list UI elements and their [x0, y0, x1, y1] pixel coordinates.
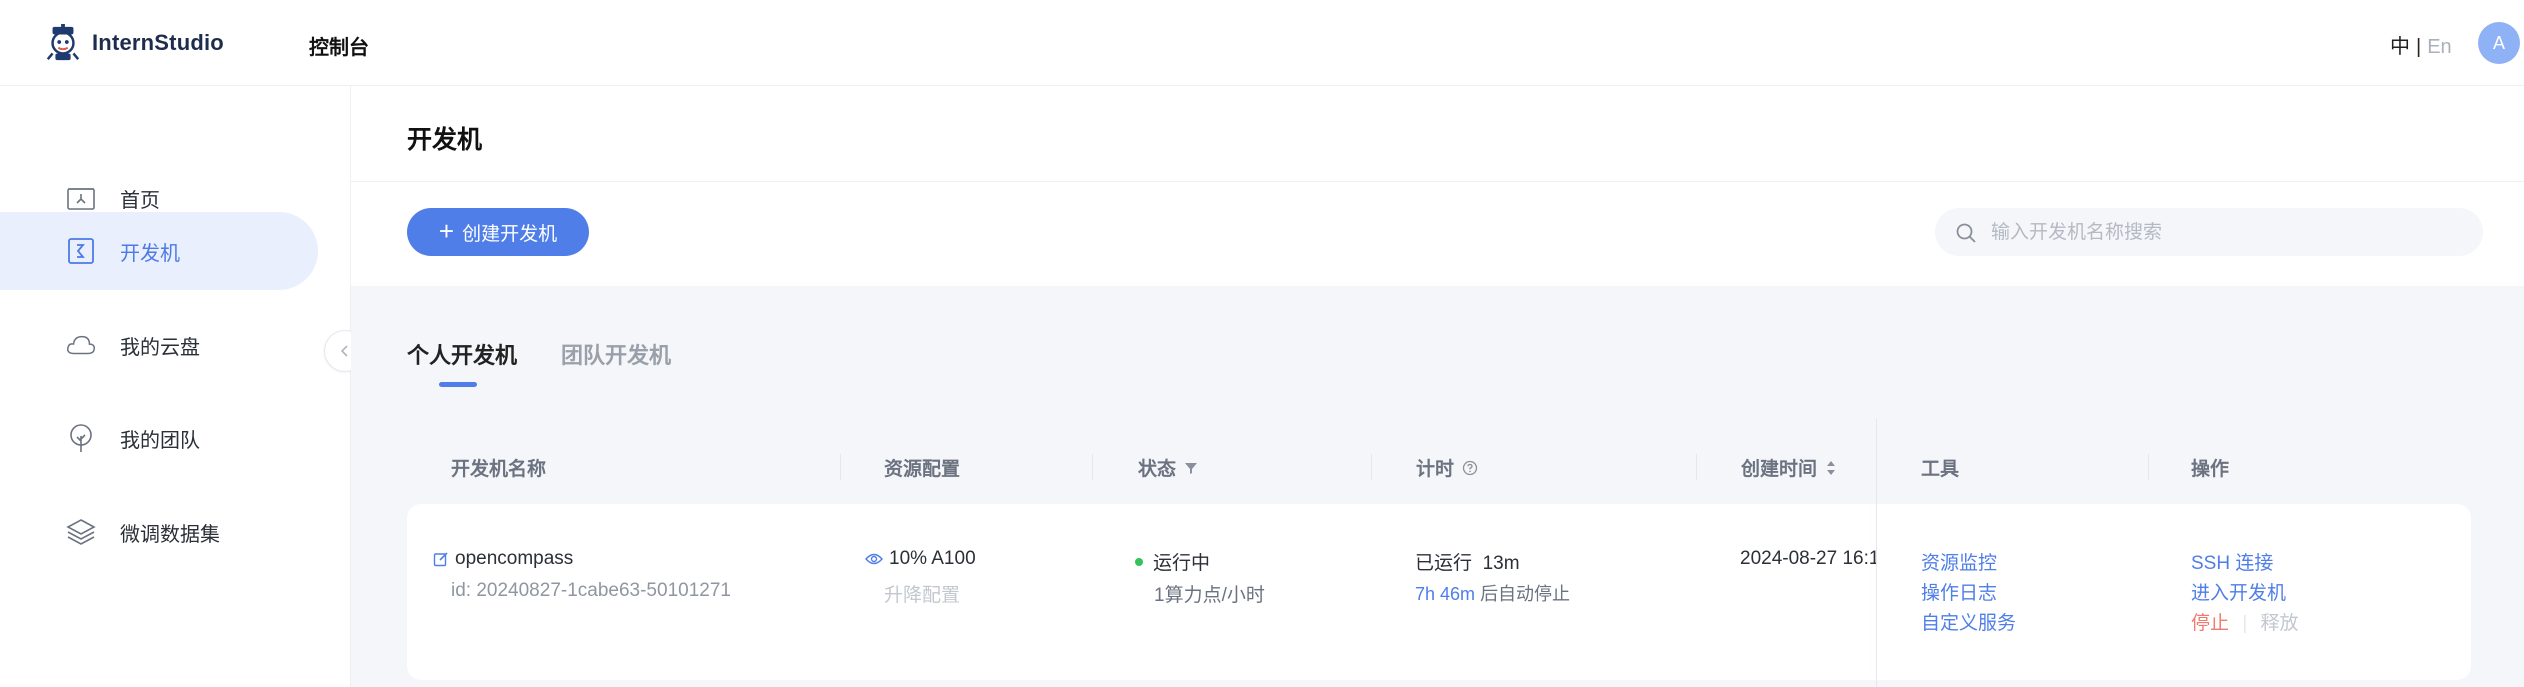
sidebar-item-devmachine[interactable]: 开发机	[0, 212, 318, 290]
resize-config-link[interactable]: 升降配置	[884, 580, 960, 607]
ssh-connect-link[interactable]: SSH 连接	[2191, 548, 2273, 575]
resource-cell: 10% A100	[865, 548, 976, 570]
sidebar-item-team[interactable]: 我的团队	[0, 399, 318, 477]
status-dot	[1135, 557, 1143, 566]
status-text: 运行中	[1153, 553, 1211, 574]
stop-button[interactable]: 停止	[2191, 613, 2229, 634]
sidebar-item-dataset[interactable]: 微调数据集	[0, 493, 318, 571]
sidebar-item-label: 我的云盘	[120, 336, 200, 359]
action-divider: |	[2242, 613, 2248, 634]
column-header-created[interactable]: 创建时间	[1741, 454, 1837, 481]
page-title: 开发机	[407, 126, 483, 154]
price-text: 1算力点/小时	[1154, 585, 1265, 606]
column-divider	[1371, 454, 1372, 480]
edit-icon[interactable]	[433, 551, 449, 567]
sidebar: 首页 开发机 我的云盘 我的团队 微调数据集	[0, 86, 351, 687]
logo[interactable]: InternStudio	[44, 24, 224, 62]
row-actions: 停止 | 释放	[2191, 608, 2299, 635]
plus-icon: +	[438, 216, 455, 246]
column-header-tools: 工具	[1921, 454, 1959, 481]
column-header-label: 计时	[1416, 459, 1455, 480]
language-switch[interactable]: 中 | En	[2390, 30, 2452, 59]
tab-personal[interactable]: 个人开发机	[407, 338, 517, 387]
auto-stop-suffix: 后自动停止	[1480, 584, 1571, 604]
timer-cell: 已运行 13m	[1415, 548, 1520, 575]
resource-monitor-link[interactable]: 资源监控	[1921, 548, 1997, 575]
filter-icon[interactable]	[1184, 461, 1198, 475]
create-button-label: 创建开发机	[462, 223, 558, 245]
column-header-name: 开发机名称	[451, 454, 546, 481]
column-header-resource: 资源配置	[884, 454, 960, 481]
column-divider	[1092, 454, 1093, 480]
sidebar-item-label: 首页	[120, 189, 160, 212]
logo-text: InternStudio	[92, 30, 224, 55]
sidebar-item-label: 开发机	[120, 242, 180, 265]
main-area: 个人开发机 团队开发机 开发机名称 资源配置 状态 计时 创建时间 工具 操作 …	[351, 286, 2524, 687]
column-divider	[1696, 454, 1697, 480]
layers-icon	[66, 517, 96, 547]
operation-log-link[interactable]: 操作日志	[1921, 578, 1997, 605]
column-header-label: 操作	[2191, 459, 2230, 480]
cloud-icon	[66, 330, 96, 360]
fixed-column-divider	[1876, 418, 1877, 687]
enter-devmachine-link[interactable]: 进入开发机	[2191, 578, 2286, 605]
column-header-label: 状态	[1138, 459, 1177, 480]
column-header-status: 状态	[1138, 454, 1198, 481]
running-label: 已运行	[1415, 553, 1473, 574]
release-button[interactable]: 释放	[2261, 613, 2299, 634]
column-divider	[2148, 454, 2149, 480]
machine-id: id: 20240827-1cabe63-50101271	[451, 580, 731, 601]
avatar[interactable]: A	[2478, 22, 2520, 64]
resource-value: 10% A100	[889, 548, 976, 569]
lang-en[interactable]: En	[2427, 36, 2451, 58]
column-header-timer: 计时	[1416, 454, 1478, 481]
lang-separator: |	[2416, 36, 2422, 58]
logo-mascot-icon	[46, 24, 80, 61]
column-header-actions: 操作	[2191, 454, 2229, 481]
table-row: opencompass id: 20240827-1cabe63-5010127…	[407, 504, 2471, 680]
status-cell: 运行中	[1135, 548, 1210, 575]
search-icon	[1956, 223, 1976, 243]
sort-icon[interactable]	[1825, 459, 1837, 477]
column-header-label: 资源配置	[884, 459, 961, 480]
chevron-left-icon	[340, 345, 348, 357]
top-bar: InternStudio 控制台 中 | En A	[0, 0, 2524, 86]
search-box[interactable]	[1935, 208, 2483, 258]
console-link[interactable]: 控制台	[309, 31, 369, 60]
column-header-label: 开发机名称	[451, 459, 547, 480]
running-time: 13m	[1482, 553, 1520, 574]
created-time: 2024-08-27 16:1	[1740, 548, 1876, 569]
tabs: 个人开发机 团队开发机	[407, 338, 671, 387]
eye-icon[interactable]	[865, 552, 883, 566]
search-input[interactable]	[1989, 208, 2473, 258]
auto-stop-time[interactable]: 7h 46m	[1415, 584, 1475, 604]
column-header-label: 工具	[1921, 459, 1960, 480]
page-header: 开发机	[351, 86, 2524, 182]
custom-service-link[interactable]: 自定义服务	[1921, 608, 2016, 635]
column-divider	[840, 454, 841, 480]
column-header-label: 创建时间	[1741, 459, 1818, 480]
auto-stop-cell: 7h 46m 后自动停止	[1415, 580, 1570, 606]
terminal-icon	[66, 236, 96, 266]
tree-icon	[66, 423, 96, 453]
sidebar-item-cloud-drive[interactable]: 我的云盘	[0, 306, 318, 384]
tab-team[interactable]: 团队开发机	[561, 338, 671, 370]
toolbar: + 创建开发机	[351, 182, 2524, 286]
home-icon	[66, 183, 96, 213]
help-icon[interactable]	[1462, 460, 1478, 476]
sidebar-item-label: 微调数据集	[120, 523, 220, 546]
machine-name: opencompass	[455, 548, 574, 569]
table-header: 开发机名称 资源配置 状态 计时 创建时间 工具 操作	[351, 436, 2524, 496]
machine-name-cell: opencompass	[433, 548, 573, 570]
sidebar-item-label: 我的团队	[120, 429, 200, 452]
lang-zh[interactable]: 中	[2390, 36, 2410, 58]
create-devmachine-button[interactable]: + 创建开发机	[407, 208, 589, 256]
